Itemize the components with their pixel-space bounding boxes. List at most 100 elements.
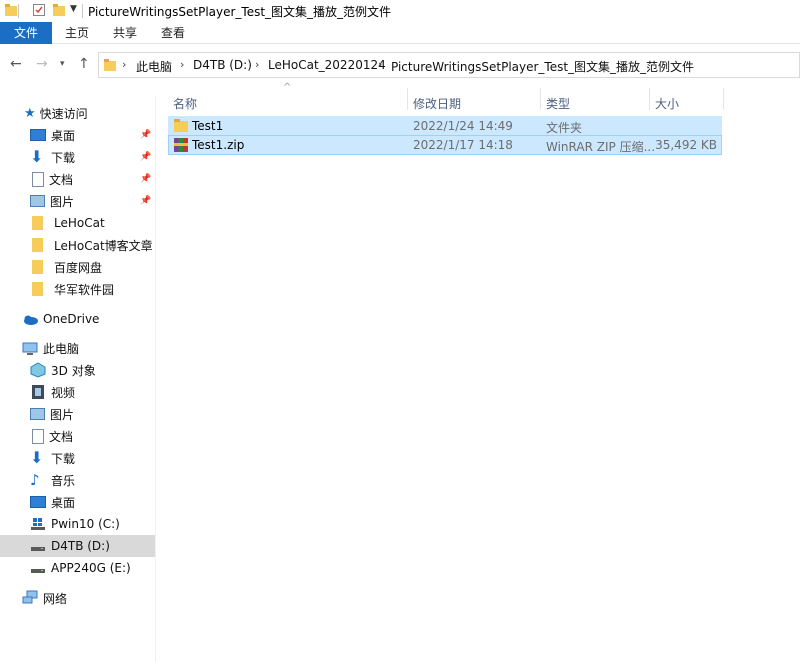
breadcrumb-chevron-icon[interactable]: › bbox=[255, 58, 259, 71]
column-divider[interactable] bbox=[723, 88, 724, 110]
file-date: 2022/1/17 14:18 bbox=[413, 138, 513, 152]
sidebar-item-downloads[interactable]: ⬇ 下载 📌 bbox=[0, 146, 155, 168]
sidebar-item-drive-c[interactable]: Pwin10 (C:) bbox=[0, 513, 155, 535]
sidebar-item-pc-documents[interactable]: 文档 bbox=[0, 425, 155, 447]
file-name: Test1 bbox=[192, 119, 224, 133]
folder-icon bbox=[32, 259, 48, 275]
sidebar-item-label: 图片 bbox=[50, 194, 75, 209]
column-divider[interactable] bbox=[407, 88, 408, 110]
sidebar-item-label: APP240G (E:) bbox=[51, 561, 131, 575]
sidebar-item-3d-objects[interactable]: 3D 对象 bbox=[0, 359, 155, 381]
sidebar-item-label: 图片 bbox=[50, 407, 75, 422]
tab-file[interactable]: 文件 bbox=[0, 22, 52, 44]
file-row[interactable]: Test1.zip 2022/1/17 14:18 WinRAR ZIP 压缩.… bbox=[168, 135, 722, 155]
sidebar-item-music[interactable]: ♪ 音乐 bbox=[0, 469, 155, 491]
pin-icon: 📌 bbox=[140, 152, 152, 162]
file-row[interactable]: Test1 2022/1/24 14:49 文件夹 bbox=[168, 116, 722, 136]
sidebar-item-label: Pwin10 (C:) bbox=[51, 517, 120, 531]
breadcrumb-lehocat-folder[interactable]: LeHoCat_20220124 bbox=[268, 58, 386, 72]
document-icon bbox=[32, 428, 44, 444]
column-header-size[interactable]: 大小 bbox=[655, 90, 679, 118]
star-icon: ★ bbox=[24, 105, 36, 121]
sidebar-item-label: 华军软件园 bbox=[54, 282, 115, 297]
sidebar-item-lehocat-blog[interactable]: LeHoCat博客文章 bbox=[0, 234, 155, 256]
file-name: Test1.zip bbox=[192, 138, 245, 152]
sidebar-item-pc-pictures[interactable]: 图片 bbox=[0, 403, 155, 425]
sidebar-item-desktop[interactable]: 桌面 📌 bbox=[0, 124, 155, 146]
sidebar-item-label: D4TB (D:) bbox=[51, 539, 110, 553]
sidebar-item-baidu-netdisk[interactable]: 百度网盘 bbox=[0, 256, 155, 278]
properties-icon[interactable] bbox=[32, 3, 48, 19]
sidebar-item-videos[interactable]: 视频 bbox=[0, 381, 155, 403]
sidebar-item-label: 下载 bbox=[51, 451, 76, 466]
sidebar-item-pc-desktop[interactable]: 桌面 bbox=[0, 491, 155, 513]
tab-home[interactable]: 主页 bbox=[60, 22, 94, 44]
picture-icon bbox=[30, 408, 45, 420]
sidebar-item-lehocat[interactable]: LeHoCat bbox=[0, 212, 155, 234]
film-icon bbox=[30, 384, 46, 400]
title-separator bbox=[18, 4, 19, 18]
sidebar-item-label: 视频 bbox=[51, 385, 76, 400]
folder-icon bbox=[32, 237, 48, 253]
computer-icon bbox=[22, 340, 38, 356]
breadcrumb-drive-d[interactable]: D4TB (D:) bbox=[193, 58, 252, 72]
up-arrow-icon[interactable]: ↑ bbox=[78, 56, 90, 72]
sidebar-item-documents[interactable]: 文档 📌 bbox=[0, 168, 155, 190]
column-header-type[interactable]: 类型 bbox=[546, 90, 570, 118]
pin-icon: 📌 bbox=[140, 174, 152, 184]
folder-icon bbox=[32, 215, 48, 231]
breadcrumb-chevron-icon[interactable]: › bbox=[378, 58, 382, 71]
sidebar-item-onedrive[interactable]: OneDrive bbox=[0, 308, 155, 330]
tab-share[interactable]: 共享 bbox=[108, 22, 142, 44]
windows-drive-icon bbox=[30, 516, 46, 532]
picture-icon bbox=[30, 195, 45, 207]
sidebar-item-label: 网络 bbox=[43, 591, 68, 606]
sidebar-item-label: 桌面 bbox=[51, 128, 76, 143]
pin-icon: 📌 bbox=[140, 196, 152, 206]
column-header-date[interactable]: 修改日期 bbox=[413, 90, 461, 118]
sidebar-item-pc-downloads[interactable]: ⬇ 下载 bbox=[0, 447, 155, 469]
sidebar-item-pictures[interactable]: 图片 📌 bbox=[0, 190, 155, 212]
window-title: PictureWritingsSetPlayer_Test_图文集_播放_范例文… bbox=[88, 5, 392, 19]
cube-icon bbox=[30, 362, 46, 378]
sidebar-item-label: 此电脑 bbox=[43, 341, 80, 356]
sidebar-item-drive-d[interactable]: D4TB (D:) bbox=[0, 535, 155, 557]
desktop-icon bbox=[30, 496, 46, 508]
drive-icon bbox=[30, 538, 46, 554]
column-divider[interactable] bbox=[649, 88, 650, 110]
navigation-pane: ★ 快速访问 桌面 📌 ⬇ 下载 📌 文档 📌 图片 📌 LeHoCat LeH… bbox=[0, 96, 156, 662]
recent-dropdown-icon[interactable]: ▾ bbox=[60, 59, 65, 69]
sidebar-item-huajun[interactable]: 华军软件园 bbox=[0, 278, 155, 300]
quick-access-dropdown-icon[interactable]: ▼ bbox=[70, 4, 77, 14]
sidebar-item-this-pc[interactable]: 此电脑 bbox=[0, 337, 155, 359]
file-type: WinRAR ZIP 压缩... bbox=[546, 140, 656, 154]
new-folder-icon[interactable] bbox=[52, 3, 68, 19]
drive-icon bbox=[30, 560, 46, 576]
folder-icon bbox=[32, 281, 48, 297]
sidebar-item-label: 3D 对象 bbox=[51, 363, 96, 378]
sidebar-item-label: 文档 bbox=[49, 172, 74, 187]
breadcrumb-chevron-icon[interactable]: › bbox=[180, 58, 184, 71]
sidebar-item-label: 百度网盘 bbox=[54, 260, 103, 275]
sidebar-item-label: 音乐 bbox=[51, 473, 76, 488]
sidebar-item-network[interactable]: 网络 bbox=[0, 587, 155, 609]
forward-arrow-icon[interactable]: → bbox=[36, 56, 48, 72]
column-divider[interactable] bbox=[540, 88, 541, 110]
back-arrow-icon[interactable]: ← bbox=[10, 56, 22, 72]
column-header-name[interactable]: 名称 bbox=[173, 90, 197, 118]
sidebar-item-label: OneDrive bbox=[43, 312, 100, 326]
cloud-icon bbox=[22, 311, 38, 327]
sidebar-item-label: LeHoCat博客文章 bbox=[54, 238, 153, 253]
breadcrumb-chevron-icon[interactable]: › bbox=[122, 58, 126, 71]
network-icon bbox=[22, 590, 38, 606]
download-arrow-icon: ⬇ bbox=[30, 448, 44, 467]
sidebar-item-label: 文档 bbox=[49, 429, 74, 444]
download-arrow-icon: ⬇ bbox=[30, 147, 44, 166]
sidebar-item-drive-e[interactable]: APP240G (E:) bbox=[0, 557, 155, 579]
breadcrumb-this-pc[interactable]: 此电脑 bbox=[136, 58, 172, 75]
sidebar-item-quick-access[interactable]: ★ 快速访问 bbox=[0, 102, 155, 124]
breadcrumb-current-folder[interactable]: PictureWritingsSetPlayer_Test_图文集_播放_范例文… bbox=[391, 58, 694, 75]
sidebar-item-label: 桌面 bbox=[51, 495, 76, 510]
sidebar-item-label: 下载 bbox=[51, 150, 76, 165]
tab-view[interactable]: 查看 bbox=[156, 22, 190, 44]
